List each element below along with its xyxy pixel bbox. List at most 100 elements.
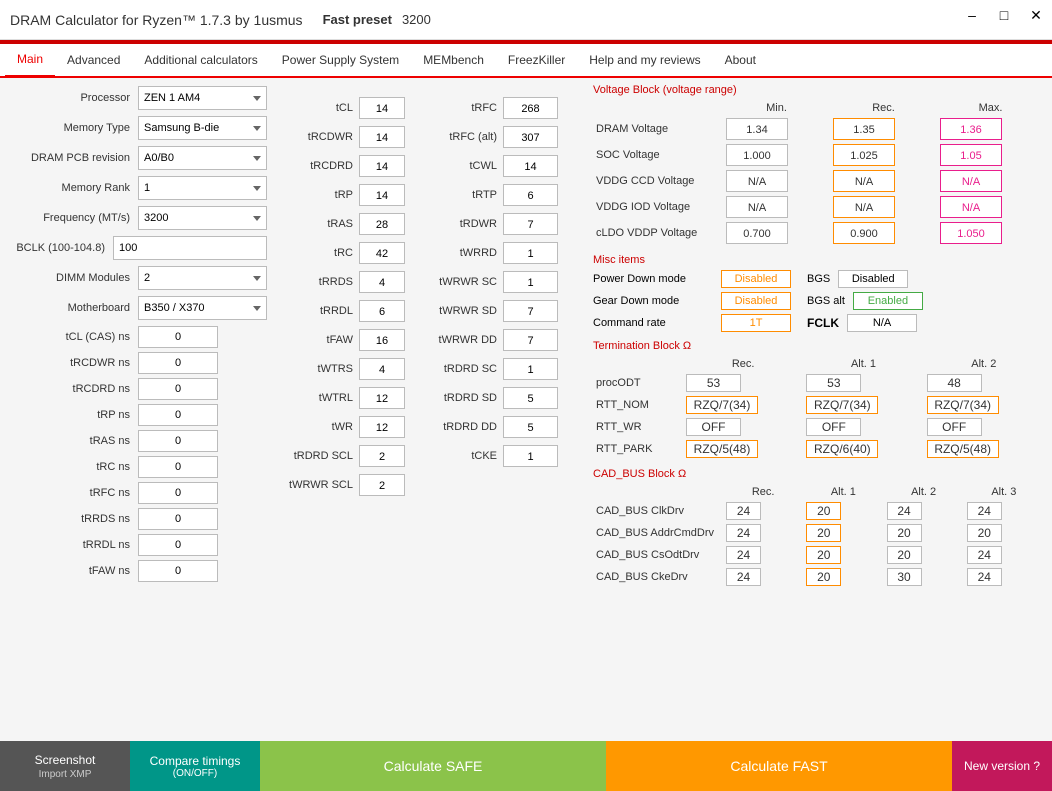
cad-alt1-header: Alt. 1	[803, 484, 883, 500]
compare-button[interactable]: Compare timings (ON/OFF)	[130, 741, 260, 791]
trdrd-scl-label: tRDRD SCL	[279, 450, 359, 462]
misc-block-title: Misc items	[593, 254, 1044, 266]
compare-sub: (ON/OFF)	[134, 768, 256, 779]
memory-rank-label: Memory Rank	[8, 182, 138, 194]
table-row: procODT 53 53 48	[593, 372, 1044, 394]
memory-type-select[interactable]: Samsung B-die	[138, 116, 267, 140]
table-row: VDDG CCD Voltage N/A N/A N/A	[593, 168, 1044, 194]
trrds-value: 4	[359, 271, 405, 293]
menu-main[interactable]: Main	[5, 43, 55, 77]
power-down-value: Disabled	[721, 270, 791, 288]
trfc-value: 268	[503, 97, 558, 119]
trp-ns-input[interactable]	[138, 404, 218, 426]
new-version-button[interactable]: New version ?	[952, 741, 1052, 791]
tcwl-value: 14	[503, 155, 558, 177]
tras-ns-input[interactable]	[138, 430, 218, 452]
twtrs-value: 4	[359, 358, 405, 380]
trcdrd-ns-input[interactable]	[138, 378, 218, 400]
screenshot-label: Screenshot	[35, 753, 96, 767]
twtrl-value: 12	[359, 387, 405, 409]
twrwr-scl-value: 2	[359, 474, 405, 496]
tcl-value: 14	[359, 97, 405, 119]
calculate-safe-button[interactable]: Calculate SAFE	[260, 741, 606, 791]
trrdl-ns-input[interactable]	[138, 534, 218, 556]
frequency-select[interactable]: 3200	[138, 206, 267, 230]
menu-help[interactable]: Help and my reviews	[577, 43, 712, 77]
trdrd-sc-label: tRDRD SC	[423, 363, 503, 375]
restore-button[interactable]: □	[988, 0, 1020, 30]
table-row: RTT_WR OFF OFF OFF	[593, 416, 1044, 438]
dram-pcb-select[interactable]: A0/B0	[138, 146, 267, 170]
trrds-label: tRRDS	[279, 276, 359, 288]
table-row: RTT_NOM RZQ/7(34) RZQ/7(34) RZQ/7(34)	[593, 394, 1044, 416]
menu-advanced[interactable]: Advanced	[55, 43, 132, 77]
screenshot-button[interactable]: Screenshot Import XMP	[0, 741, 130, 791]
trp-value: 14	[359, 184, 405, 206]
cmd-rate-label: Command rate	[593, 317, 713, 329]
tcl-ns-input[interactable]	[138, 326, 218, 348]
menu-freezkiller[interactable]: FreezKiller	[496, 43, 577, 77]
tras-value: 28	[359, 213, 405, 235]
app-title: DRAM Calculator for Ryzen™ 1.7.3 by 1usm…	[10, 12, 303, 28]
trfc-ns-input[interactable]	[138, 482, 218, 504]
menu-membench[interactable]: MEMbench	[411, 43, 496, 77]
trrdl-value: 6	[359, 300, 405, 322]
menubar: Main Advanced Additional calculators Pow…	[0, 44, 1052, 78]
calculate-fast-button[interactable]: Calculate FAST	[606, 741, 952, 791]
trc-value: 42	[359, 242, 405, 264]
trdrd-dd-value: 5	[503, 416, 558, 438]
trdrd-sc-value: 1	[503, 358, 558, 380]
window-controls: – □ ✕	[956, 0, 1052, 30]
bgs-label: BGS	[807, 273, 830, 285]
trcdwr-ns-label: tRCDWR ns	[8, 357, 138, 369]
bclk-input[interactable]	[113, 236, 267, 260]
compare-label: Compare timings	[134, 754, 256, 768]
trcdwr-ns-input[interactable]	[138, 352, 218, 374]
trfc-alt-value: 307	[503, 126, 558, 148]
trfc-ns-label: tRFC ns	[8, 487, 138, 499]
table-row: CAD_BUS CkeDrv 24 20 30 24	[593, 566, 1044, 588]
twr-label: tWR	[279, 421, 359, 433]
trtp-label: tRTP	[423, 189, 503, 201]
term-alt1-header: Alt. 1	[803, 356, 923, 372]
twrwr-sc-label: tWRWR SC	[423, 276, 503, 288]
menu-power[interactable]: Power Supply System	[270, 43, 411, 77]
memory-rank-select[interactable]: 1	[138, 176, 267, 200]
term-alt2-header: Alt. 2	[924, 356, 1044, 372]
menu-additional[interactable]: Additional calculators	[132, 43, 269, 77]
cad-rec-header: Rec.	[723, 484, 803, 500]
cad-bus-table: Rec. Alt. 1 Alt. 2 Alt. 3 CAD_BUS ClkDrv…	[593, 484, 1044, 588]
table-row: CAD_BUS CsOdtDrv 24 20 20 24	[593, 544, 1044, 566]
term-rec-header: Rec.	[683, 356, 803, 372]
tras-ns-label: tRAS ns	[8, 435, 138, 447]
motherboard-select[interactable]: B350 / X370	[138, 296, 267, 320]
trcdwr-value: 14	[359, 126, 405, 148]
tfaw-ns-input[interactable]	[138, 560, 218, 582]
trrds-ns-label: tRRDS ns	[8, 513, 138, 525]
twtrs-label: tWTRS	[279, 363, 359, 375]
twrwr-scl-label: tWRWR SCL	[279, 479, 359, 491]
trdwr-label: tRDWR	[423, 218, 503, 230]
trdrd-dd-label: tRDRD DD	[423, 421, 503, 433]
close-button[interactable]: ✕	[1020, 0, 1052, 30]
dram-pcb-label: DRAM PCB revision	[8, 152, 138, 164]
processor-select[interactable]: ZEN 1 AM4	[138, 86, 267, 110]
minimize-button[interactable]: –	[956, 0, 988, 30]
trtp-value: 6	[503, 184, 558, 206]
tcke-value: 1	[503, 445, 558, 467]
tfaw-value: 16	[359, 329, 405, 351]
bgs-value: Disabled	[838, 270, 908, 288]
table-row: cLDO VDDP Voltage 0.700 0.900 1.050	[593, 220, 1044, 246]
trfc-label: tRFC	[423, 102, 503, 114]
twrwr-sd-value: 7	[503, 300, 558, 322]
trrdl-label: tRRDL	[279, 305, 359, 317]
menu-about[interactable]: About	[713, 43, 768, 77]
trrds-ns-input[interactable]	[138, 508, 218, 530]
trcdwr-label: tRCDWR	[279, 131, 359, 143]
termination-table: Rec. Alt. 1 Alt. 2 procODT 53 53 48 RTT_…	[593, 356, 1044, 460]
trp-label: tRP	[279, 189, 359, 201]
trfc-alt-label: tRFC (alt)	[423, 131, 503, 143]
dimm-select[interactable]: 2	[138, 266, 267, 290]
trc-ns-input[interactable]	[138, 456, 218, 478]
right-panel: Voltage Block (voltage range) Min. Rec. …	[585, 78, 1052, 741]
